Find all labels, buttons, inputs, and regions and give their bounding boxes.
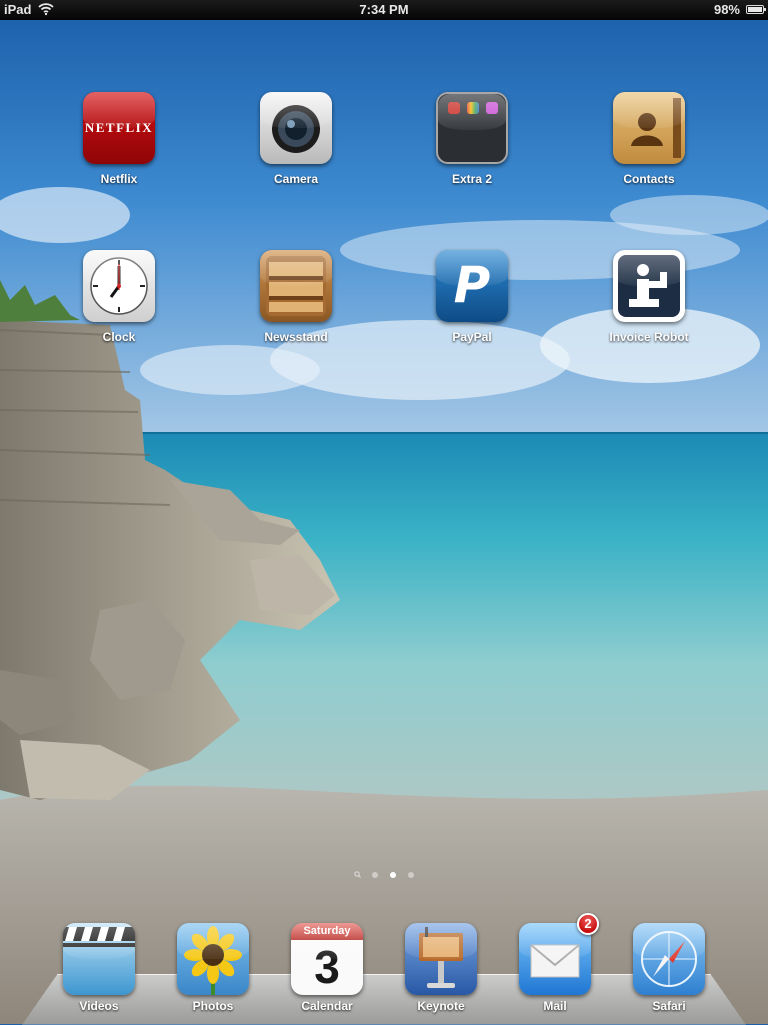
search-page-icon[interactable]	[353, 871, 361, 879]
notification-badge: 2	[577, 913, 599, 935]
dock-app-keynote[interactable]: Keynote	[381, 923, 501, 1013]
invoice-robot-graphic	[618, 255, 680, 317]
app-label: Extra 2	[451, 172, 493, 186]
app-camera[interactable]: Camera	[236, 92, 356, 186]
folder-extra-2[interactable]: Extra 2	[412, 92, 532, 186]
keynote-podium-graphic	[419, 927, 463, 988]
app-label: PayPal	[452, 330, 492, 344]
camera-icon[interactable]	[260, 92, 332, 164]
folder-app-thumbnail	[486, 102, 498, 114]
mail-icon[interactable]	[519, 923, 591, 995]
app-label: Calendar	[301, 999, 353, 1013]
app-label: Netflix	[100, 172, 138, 186]
dock-app-photos[interactable]: Photos	[153, 923, 273, 1013]
camera-lens-graphic	[272, 105, 320, 153]
app-label: Contacts	[623, 172, 675, 186]
app-label: Keynote	[417, 999, 465, 1013]
battery-percentage: 98%	[713, 2, 740, 17]
videos-icon[interactable]	[63, 923, 135, 995]
compass-graphic	[641, 931, 697, 987]
app-contacts[interactable]: Contacts	[589, 92, 709, 186]
clapperboard-graphic	[63, 927, 135, 947]
app-label: Mail	[543, 999, 567, 1013]
invoice-robot-icon[interactable]	[613, 250, 685, 322]
calendar-day-number: 3	[314, 941, 340, 993]
app-label: Videos	[79, 999, 119, 1013]
app-label: Photos	[192, 999, 234, 1013]
clock-time: 7:34 PM	[359, 2, 409, 17]
app-label: Camera	[273, 172, 319, 186]
safari-icon[interactable]	[633, 923, 705, 995]
app-label: Invoice Robot	[609, 330, 689, 344]
contacts-book-graphic	[631, 98, 681, 158]
keynote-icon[interactable]	[405, 923, 477, 995]
paypal-logo: P	[453, 256, 491, 314]
dock-app-calendar[interactable]: Saturday 3 Calendar	[267, 923, 387, 1013]
app-invoice-robot[interactable]: Invoice Robot	[589, 250, 709, 344]
calendar-icon[interactable]: Saturday 3	[291, 923, 363, 995]
clock-icon[interactable]	[83, 250, 155, 322]
clock-face-graphic	[90, 257, 148, 315]
envelope-graphic	[530, 944, 580, 978]
status-bar: iPad 7:34 PM 98%	[0, 0, 768, 20]
app-clock[interactable]: Clock	[59, 250, 179, 344]
app-paypal[interactable]: P PayPal	[412, 250, 532, 344]
folder-app-thumbnail	[467, 102, 479, 114]
paypal-icon[interactable]: P	[436, 250, 508, 322]
folder-icon[interactable]	[436, 92, 508, 164]
contacts-icon[interactable]	[613, 92, 685, 164]
netflix-icon[interactable]: NETFLIX	[83, 92, 155, 164]
dock-app-mail[interactable]: 2 Mail	[495, 913, 615, 1013]
page-indicator[interactable]	[0, 871, 768, 879]
dock-app-safari[interactable]: Safari	[609, 923, 729, 1013]
app-label: Clock	[102, 330, 136, 344]
app-newsstand[interactable]: Newsstand	[236, 250, 356, 344]
newsstand-shelves-graphic	[266, 256, 326, 316]
folder-app-thumbnail	[448, 102, 460, 114]
photos-icon[interactable]	[177, 923, 249, 995]
page-dot-current[interactable]	[389, 872, 396, 878]
app-label: Newsstand	[264, 330, 328, 344]
newsstand-icon[interactable]	[260, 250, 332, 322]
app-netflix[interactable]: NETFLIX Netflix	[59, 92, 179, 186]
calendar-weekday: Saturday	[291, 923, 363, 940]
sunflower-graphic	[184, 926, 242, 995]
page-dot[interactable]	[407, 872, 414, 878]
netflix-logo: NETFLIX	[84, 120, 154, 135]
battery-icon	[746, 5, 766, 14]
dock-app-videos[interactable]: Videos	[39, 923, 159, 1013]
page-dot[interactable]	[371, 872, 378, 878]
battery-level-fill	[748, 7, 762, 12]
app-label: Safari	[652, 999, 686, 1013]
